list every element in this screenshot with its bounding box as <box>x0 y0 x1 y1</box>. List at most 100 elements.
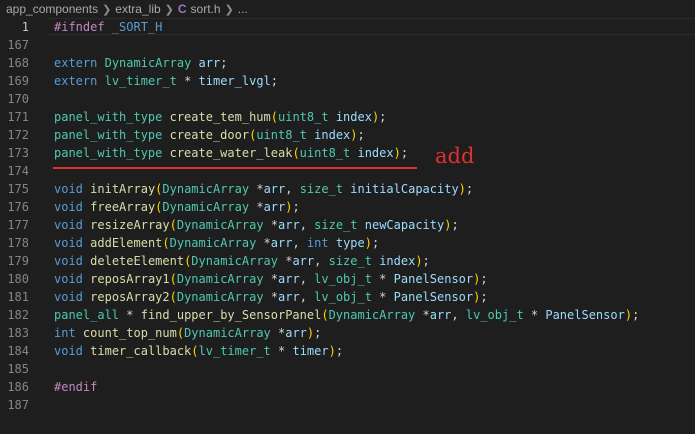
code-token: , <box>292 236 307 250</box>
code-line[interactable]: 172 panel_with_type create_door(uint8_t i… <box>0 126 695 144</box>
code-token: timer_callback <box>90 344 192 358</box>
code-token: PanelSensor <box>393 272 474 286</box>
code-token: ( <box>169 290 177 304</box>
code-token: * <box>278 254 293 268</box>
code-line[interactable]: 167 <box>0 36 695 54</box>
code-line[interactable]: 184 void timer_callback(lv_timer_t * time… <box>0 342 695 360</box>
code-line[interactable]: 168 extern DynamicArray arr; <box>0 54 695 72</box>
code-token: DynamicArray <box>176 290 264 304</box>
code-line[interactable]: 174 <box>0 162 695 180</box>
code-line[interactable]: 177 void resizeArray(DynamicArray *arr, s… <box>0 216 695 234</box>
code-token: addElement <box>90 236 163 250</box>
code-token: count_top_num <box>82 326 177 340</box>
line-number: 184 <box>7 344 29 358</box>
code-token: arr <box>292 254 315 268</box>
code-token: ( <box>292 146 300 160</box>
code-line[interactable]: 181 void reposArray2(DynamicArray *arr, l… <box>0 288 695 306</box>
code-token: PanelSensor <box>545 308 625 322</box>
code-token: void <box>54 182 83 196</box>
code-token: ; <box>379 110 387 124</box>
code-token: void <box>54 272 83 286</box>
code-token: ( <box>169 272 177 286</box>
code-token: , <box>299 272 315 286</box>
code-token: lv_obj_t <box>465 308 524 322</box>
code-token: uint8_t <box>299 146 351 160</box>
line-number: 173 <box>7 146 29 160</box>
code-line[interactable]: 183 int count_top_num(DynamicArray *arr); <box>0 324 695 342</box>
code-token: index <box>379 254 416 268</box>
code-token: ( <box>321 308 329 322</box>
code-token: ( <box>270 110 278 124</box>
code-token: DynamicArray <box>176 218 264 232</box>
code-text: void reposArray2(DynamicArray *arr, lv_o… <box>29 290 488 304</box>
code-token: create_door <box>169 128 250 142</box>
code-text: panel_with_type create_tem_hum(uint8_t i… <box>29 110 386 124</box>
code-text: int count_top_num(DynamicArray *arr); <box>29 326 321 340</box>
code-line[interactable]: 175 void initArray(DynamicArray *arr, siz… <box>0 180 695 198</box>
code-token: ( <box>191 344 199 358</box>
code-token: type <box>335 236 365 250</box>
breadcrumb-folder-app-components[interactable]: app_components <box>6 2 98 16</box>
code-token: panel_all <box>54 308 120 322</box>
code-token: void <box>54 236 83 250</box>
code-token: ( <box>162 236 170 250</box>
code-line[interactable]: 180 void reposArray1(DynamicArray *arr, l… <box>0 270 695 288</box>
code-line[interactable]: 182 panel_all * find_upper_by_SensorPanel… <box>0 306 695 324</box>
line-number: 175 <box>7 182 29 196</box>
code-token: find_upper_by_SensorPanel <box>140 308 322 322</box>
code-token: * <box>371 272 394 286</box>
code-token: int <box>306 236 329 250</box>
code-token: ; <box>292 200 300 214</box>
chevron-right-icon: ❯ <box>102 3 112 16</box>
line-number: 185 <box>7 362 29 376</box>
line-number: 170 <box>7 92 29 106</box>
code-editor[interactable]: 1 #ifndef _SORT_H 167 168 extern DynamicArra… <box>0 18 695 434</box>
line-number: 182 <box>7 308 29 322</box>
code-line[interactable]: 170 <box>0 90 695 108</box>
code-text: extern DynamicArray arr; <box>29 56 227 70</box>
code-token: size_t <box>328 254 372 268</box>
code-token: int <box>54 326 76 340</box>
breadcrumb: app_components ❯ extra_lib ❯ C sort.h ❯ … <box>0 0 695 18</box>
code-line[interactable]: 187 <box>0 396 695 414</box>
code-line[interactable]: 179 void deleteElement(DynamicArray *arr,… <box>0 252 695 270</box>
code-text: void timer_callback(lv_timer_t * timer); <box>29 344 343 358</box>
code-token: ; <box>632 308 640 322</box>
code-text: panel_with_type create_door(uint8_t inde… <box>29 128 365 142</box>
code-token: extern <box>54 74 98 88</box>
code-token: freeArray <box>90 200 156 214</box>
code-token: , <box>314 254 329 268</box>
code-token: ) <box>393 146 401 160</box>
code-text: void deleteElement(DynamicArray *arr, si… <box>29 254 430 268</box>
code-text: void reposArray1(DynamicArray *arr, lv_o… <box>29 272 488 286</box>
line-number: 178 <box>7 236 29 250</box>
code-token: #endif <box>54 380 98 394</box>
code-line[interactable]: 186 #endif <box>0 378 695 396</box>
breadcrumb-file-sort-h[interactable]: sort.h <box>191 2 221 16</box>
breadcrumb-symbol-ellipsis[interactable]: ... <box>238 2 248 16</box>
code-line[interactable]: 185 <box>0 360 695 378</box>
code-line[interactable]: 169 extern lv_timer_t * timer_lvgl; <box>0 72 695 90</box>
code-token: panel_with_type <box>54 110 163 124</box>
code-line[interactable]: 173 panel_with_type create_water_leak(uin… <box>0 144 695 162</box>
code-token: PanelSensor <box>393 290 474 304</box>
code-line[interactable]: 176 void freeArray(DynamicArray *arr); <box>0 198 695 216</box>
code-line[interactable]: 171 panel_with_type create_tem_hum(uint8_… <box>0 108 695 126</box>
code-token: ( <box>176 326 185 340</box>
line-number: 174 <box>7 164 29 178</box>
code-text: panel_with_type create_water_leak(uint8_… <box>29 146 408 160</box>
code-token: arr <box>278 218 300 232</box>
code-token: size_t <box>314 218 358 232</box>
code-token: * <box>415 308 430 322</box>
code-line[interactable]: 1 #ifndef _SORT_H <box>0 18 695 36</box>
code-token: deleteElement <box>90 254 185 268</box>
code-line[interactable]: 178 void addElement(DynamicArray *arr, in… <box>0 234 695 252</box>
code-token: timer <box>292 344 329 358</box>
line-number: 171 <box>7 110 29 124</box>
code-token: DynamicArray <box>162 182 250 196</box>
breadcrumb-folder-extra-lib[interactable]: extra_lib <box>115 2 160 16</box>
